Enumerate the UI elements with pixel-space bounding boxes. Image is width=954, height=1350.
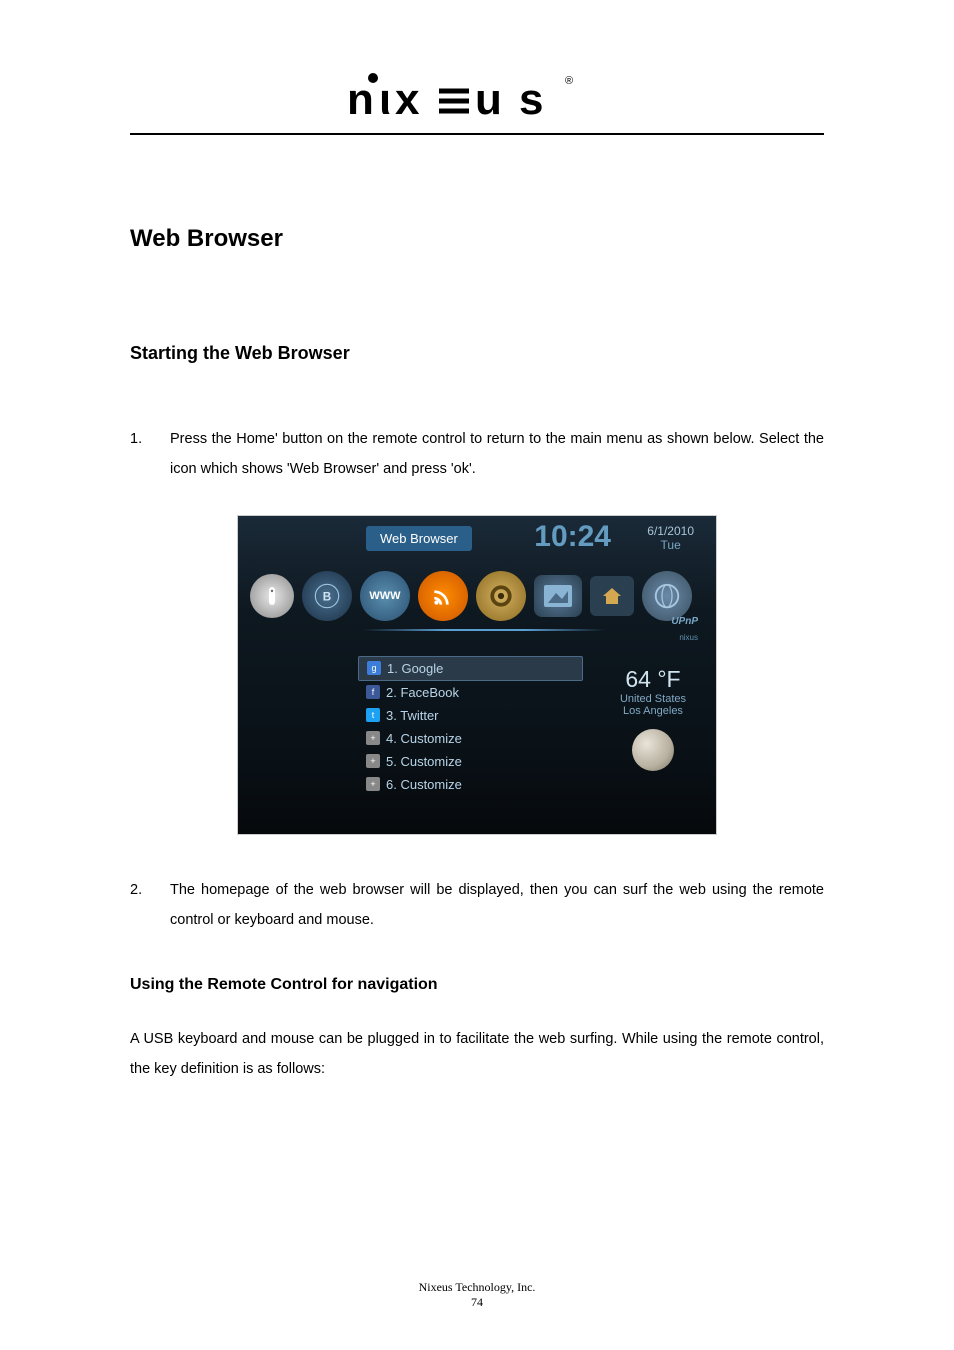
upnp-icon [642, 571, 692, 621]
body-paragraph: A USB keyboard and mouse can be plugged … [130, 1024, 824, 1085]
header-rule [130, 133, 824, 135]
subsection-heading: Starting the Web Browser [130, 343, 824, 364]
photo-icon [534, 575, 582, 617]
svg-text:n: n [347, 75, 373, 120]
ss-bookmark-list: g 1. Google f 2. FaceBook t 3. Twitter +… [358, 656, 583, 796]
nixeus-logo-icon: n ι x u s ® [347, 70, 607, 120]
step-number: 2. [130, 875, 170, 936]
ss-list-item-custom4: + 4. Customize [358, 727, 583, 750]
plus-icon: + [366, 731, 380, 745]
ss-date: 6/1/2010 Tue [647, 524, 694, 552]
ss-list-item-facebook: f 2. FaceBook [358, 681, 583, 704]
svg-text:ι: ι [379, 75, 391, 120]
subsub-heading: Using the Remote Control for navigation [130, 976, 824, 994]
moon-icon [632, 729, 674, 771]
ss-list-label: 6. Customize [386, 777, 462, 792]
step-1: 1. Press the Home' button on the remote … [130, 424, 824, 485]
svg-text:x: x [395, 75, 420, 120]
screenshot-frame: Web Browser 10:24 6/1/2010 Tue B WWW [237, 515, 717, 835]
ss-list-item-custom5: + 5. Customize [358, 750, 583, 773]
screenshot: Web Browser 10:24 6/1/2010 Tue B WWW [237, 515, 717, 835]
plus-icon: + [366, 777, 380, 791]
twitter-icon: t [366, 708, 380, 722]
ss-date-value: 6/1/2010 [647, 524, 694, 538]
section-heading: Web Browser [130, 225, 824, 253]
ss-highlight [363, 629, 606, 631]
bt-icon: B [302, 571, 352, 621]
ss-list-item-custom6: + 6. Customize [358, 773, 583, 796]
ss-country: United States [620, 693, 686, 705]
svg-text:u: u [475, 75, 502, 120]
gear-icon [476, 571, 526, 621]
ss-list-label: 2. FaceBook [386, 685, 459, 700]
footer-company: Nixeus Technology, Inc. [0, 1280, 954, 1295]
step-text: Press the Home' button on the remote con… [170, 424, 824, 485]
footer-page-number: 74 [0, 1295, 954, 1310]
step-text: The homepage of the web browser will be … [170, 875, 824, 936]
ss-day: Tue [647, 538, 694, 552]
ss-upnp-label: UPnP [671, 616, 698, 627]
facebook-icon: f [366, 685, 380, 699]
ss-weather: 64 °F United States Los Angeles [620, 666, 686, 771]
ss-list-item-twitter: t 3. Twitter [358, 704, 583, 727]
page-footer: Nixeus Technology, Inc. 74 [0, 1280, 954, 1310]
step-2: 2. The homepage of the web browser will … [130, 875, 824, 936]
svg-text:®: ® [565, 75, 573, 87]
plus-icon: + [366, 754, 380, 768]
rss-icon [418, 571, 468, 621]
ss-list-label: 4. Customize [386, 731, 462, 746]
svg-text:s: s [519, 75, 543, 120]
ss-list-label: 5. Customize [386, 754, 462, 769]
ss-title: Web Browser [366, 526, 472, 551]
logo: n ι x u s ® [130, 60, 824, 133]
google-icon: g [367, 661, 381, 675]
ss-clock: 10:24 [534, 520, 611, 554]
ss-sub-label: nixus [679, 633, 698, 642]
svg-text:B: B [323, 591, 331, 604]
ss-icon-row: B WWW [250, 571, 704, 621]
www-label: WWW [369, 590, 400, 602]
ss-temperature: 64 °F [620, 666, 686, 693]
home-icon [590, 576, 634, 616]
remote-icon [250, 574, 294, 618]
ss-list-label: 1. Google [387, 661, 443, 676]
ss-city: Los Angeles [620, 705, 686, 717]
ss-list-item-google: g 1. Google [358, 656, 583, 681]
step-number: 1. [130, 424, 170, 485]
www-icon: WWW [360, 571, 410, 621]
ss-list-label: 3. Twitter [386, 708, 439, 723]
